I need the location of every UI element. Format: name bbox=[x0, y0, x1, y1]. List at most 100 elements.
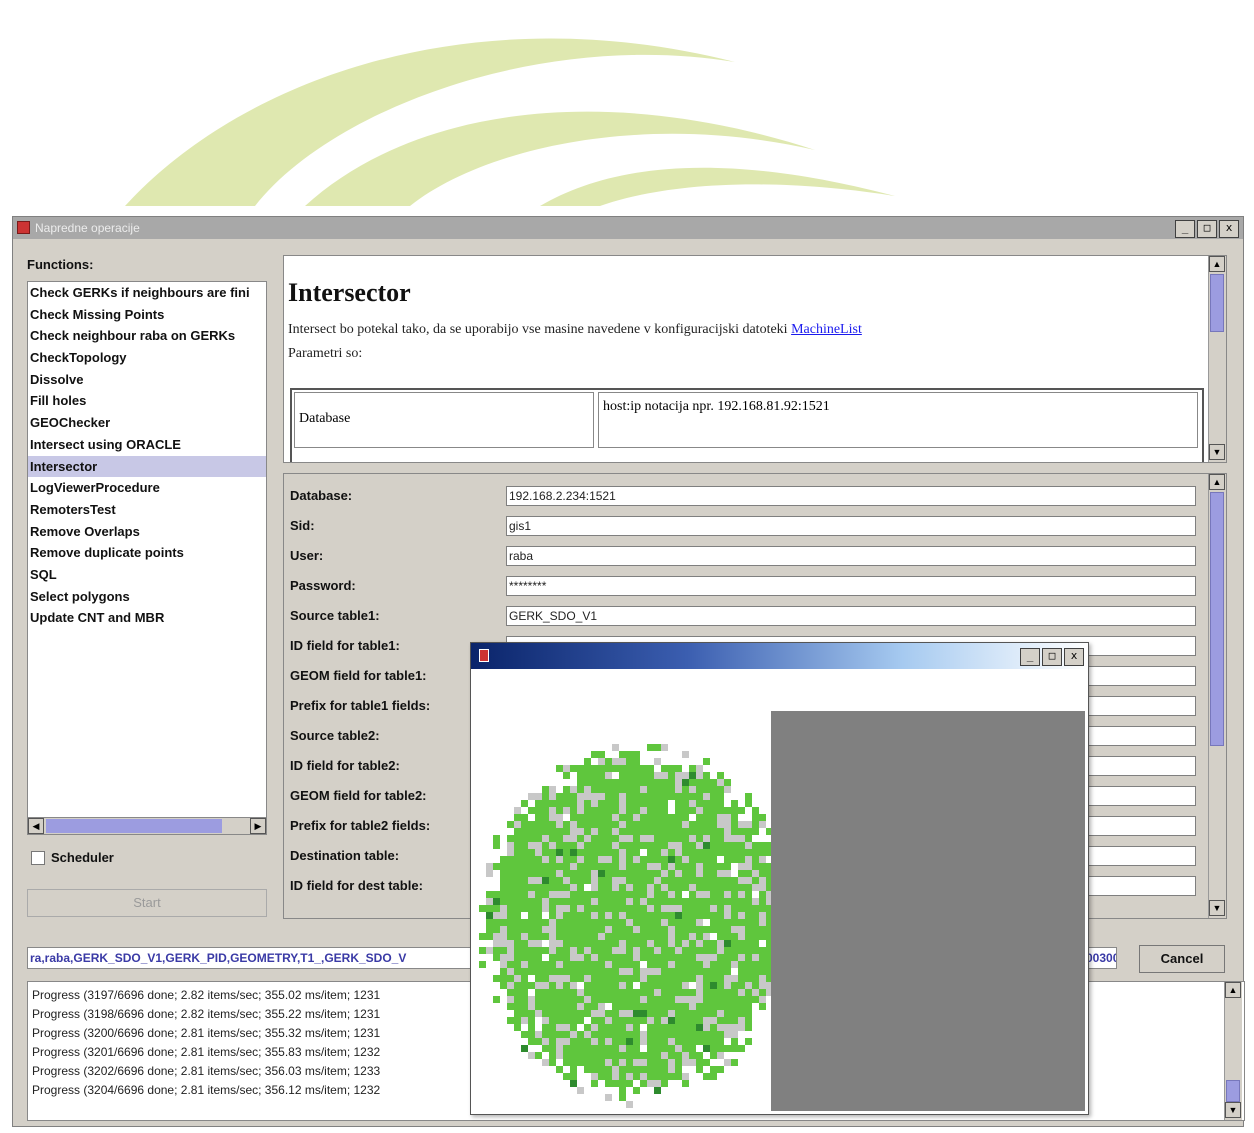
list-item[interactable]: Check Missing Points bbox=[28, 304, 266, 326]
vscroll-thumb[interactable] bbox=[1210, 274, 1224, 332]
scroll-down-icon[interactable]: ▼ bbox=[1209, 900, 1225, 916]
start-button[interactable]: Start bbox=[27, 889, 267, 917]
map-cell bbox=[703, 933, 710, 940]
map-cell bbox=[556, 1024, 563, 1031]
scroll-right-icon[interactable]: ▶ bbox=[250, 818, 266, 834]
map-cell bbox=[647, 1052, 654, 1059]
map-cell bbox=[598, 856, 605, 863]
map-cell bbox=[640, 814, 647, 821]
map-cell bbox=[696, 1010, 703, 1017]
minimize-button[interactable]: _ bbox=[1020, 648, 1040, 666]
scroll-left-icon[interactable]: ◀ bbox=[28, 818, 44, 834]
hscroll-thumb[interactable] bbox=[46, 819, 222, 833]
vscroll-thumb[interactable] bbox=[1210, 492, 1224, 746]
map-cell bbox=[598, 968, 605, 975]
map-cell bbox=[535, 1003, 542, 1010]
list-item[interactable]: Select polygons bbox=[28, 586, 266, 608]
scheduler-checkbox[interactable] bbox=[31, 851, 45, 865]
map-cell bbox=[500, 947, 507, 954]
list-item[interactable]: Fill holes bbox=[28, 390, 266, 412]
map-cell bbox=[591, 835, 598, 842]
map-cell bbox=[752, 870, 759, 877]
functions-list[interactable]: Check GERKs if neighbours are fini Check… bbox=[27, 281, 267, 821]
map-cell bbox=[535, 1031, 542, 1038]
list-item[interactable]: GEOChecker bbox=[28, 412, 266, 434]
map-cell bbox=[696, 1031, 703, 1038]
map-cell bbox=[633, 800, 640, 807]
map-cell bbox=[738, 1003, 745, 1010]
map-cell bbox=[577, 1052, 584, 1059]
doc-vscrollbar[interactable]: ▲ ▼ bbox=[1208, 256, 1226, 462]
map-cell bbox=[626, 961, 633, 968]
scroll-up-icon[interactable]: ▲ bbox=[1209, 474, 1225, 490]
map-cell bbox=[605, 926, 612, 933]
map-cell bbox=[584, 1045, 591, 1052]
password-input[interactable]: ******** bbox=[506, 576, 1196, 596]
map-cell bbox=[640, 807, 647, 814]
map-cell bbox=[500, 891, 507, 898]
map-cell bbox=[619, 968, 626, 975]
list-item[interactable]: RemotersTest bbox=[28, 499, 266, 521]
list-item[interactable]: CheckTopology bbox=[28, 347, 266, 369]
list-item[interactable]: Remove duplicate points bbox=[28, 542, 266, 564]
list-item[interactable]: Remove Overlaps bbox=[28, 521, 266, 543]
close-button[interactable]: x bbox=[1064, 648, 1084, 666]
form-vscrollbar[interactable]: ▲ ▼ bbox=[1208, 474, 1226, 918]
list-item[interactable]: Intersect using ORACLE bbox=[28, 434, 266, 456]
map-cell bbox=[549, 947, 556, 954]
map-cell bbox=[689, 905, 696, 912]
map-cell bbox=[486, 863, 493, 870]
map-cell bbox=[486, 870, 493, 877]
sid-input[interactable]: gis1 bbox=[506, 516, 1196, 536]
map-cell bbox=[661, 884, 668, 891]
list-item[interactable]: Check GERKs if neighbours are fini bbox=[28, 282, 266, 304]
source-table1-input[interactable]: GERK_SDO_V1 bbox=[506, 606, 1196, 626]
map-cell bbox=[703, 1073, 710, 1080]
close-button[interactable]: x bbox=[1219, 220, 1239, 238]
map-cell bbox=[661, 947, 668, 954]
cancel-button[interactable]: Cancel bbox=[1139, 945, 1225, 973]
map-cell bbox=[605, 877, 612, 884]
list-item[interactable]: Check neighbour raba on GERKs bbox=[28, 325, 266, 347]
maximize-button[interactable]: □ bbox=[1197, 220, 1217, 238]
list-item[interactable]: Update CNT and MBR bbox=[28, 607, 266, 629]
map-cell bbox=[633, 765, 640, 772]
popup-titlebar[interactable]: _ □ x bbox=[471, 643, 1088, 669]
log-vscrollbar[interactable]: ▲ ▼ bbox=[1224, 982, 1242, 1120]
database-input[interactable]: 192.168.2.234:1521 bbox=[506, 486, 1196, 506]
map-cell bbox=[661, 765, 668, 772]
map-cell bbox=[598, 1024, 605, 1031]
map-cell bbox=[570, 779, 577, 786]
user-input[interactable]: raba bbox=[506, 546, 1196, 566]
map-cell bbox=[654, 1045, 661, 1052]
list-item[interactable]: Dissolve bbox=[28, 369, 266, 391]
scroll-up-icon[interactable]: ▲ bbox=[1225, 982, 1241, 998]
machinelist-link[interactable]: MachineList bbox=[791, 322, 862, 337]
list-item-selected[interactable]: Intersector bbox=[28, 455, 266, 478]
map-cell bbox=[556, 807, 563, 814]
map-cell bbox=[521, 870, 528, 877]
minimize-button[interactable]: _ bbox=[1175, 220, 1195, 238]
map-cell bbox=[528, 793, 535, 800]
map-cell bbox=[696, 814, 703, 821]
vscroll-thumb[interactable] bbox=[1226, 1080, 1240, 1102]
functions-hscrollbar[interactable]: ◀ ▶ bbox=[27, 817, 267, 835]
map-cell bbox=[507, 870, 514, 877]
list-item[interactable]: LogViewerProcedure bbox=[28, 477, 266, 499]
scroll-down-icon[interactable]: ▼ bbox=[1209, 444, 1225, 460]
window-titlebar[interactable]: Napredne operacije _ □ x bbox=[13, 217, 1243, 239]
map-cell bbox=[626, 912, 633, 919]
map-cell bbox=[514, 989, 521, 996]
map-cell bbox=[514, 1010, 521, 1017]
map-cell bbox=[542, 996, 549, 1003]
scroll-up-icon[interactable]: ▲ bbox=[1209, 256, 1225, 272]
list-item[interactable]: SQL bbox=[28, 564, 266, 586]
map-cell bbox=[514, 954, 521, 961]
map-cell bbox=[703, 898, 710, 905]
map-cell bbox=[535, 856, 542, 863]
scroll-down-icon[interactable]: ▼ bbox=[1225, 1102, 1241, 1118]
maximize-button[interactable]: □ bbox=[1042, 648, 1062, 666]
map-cell bbox=[738, 968, 745, 975]
map-cell bbox=[521, 828, 528, 835]
map-cell bbox=[738, 821, 745, 828]
